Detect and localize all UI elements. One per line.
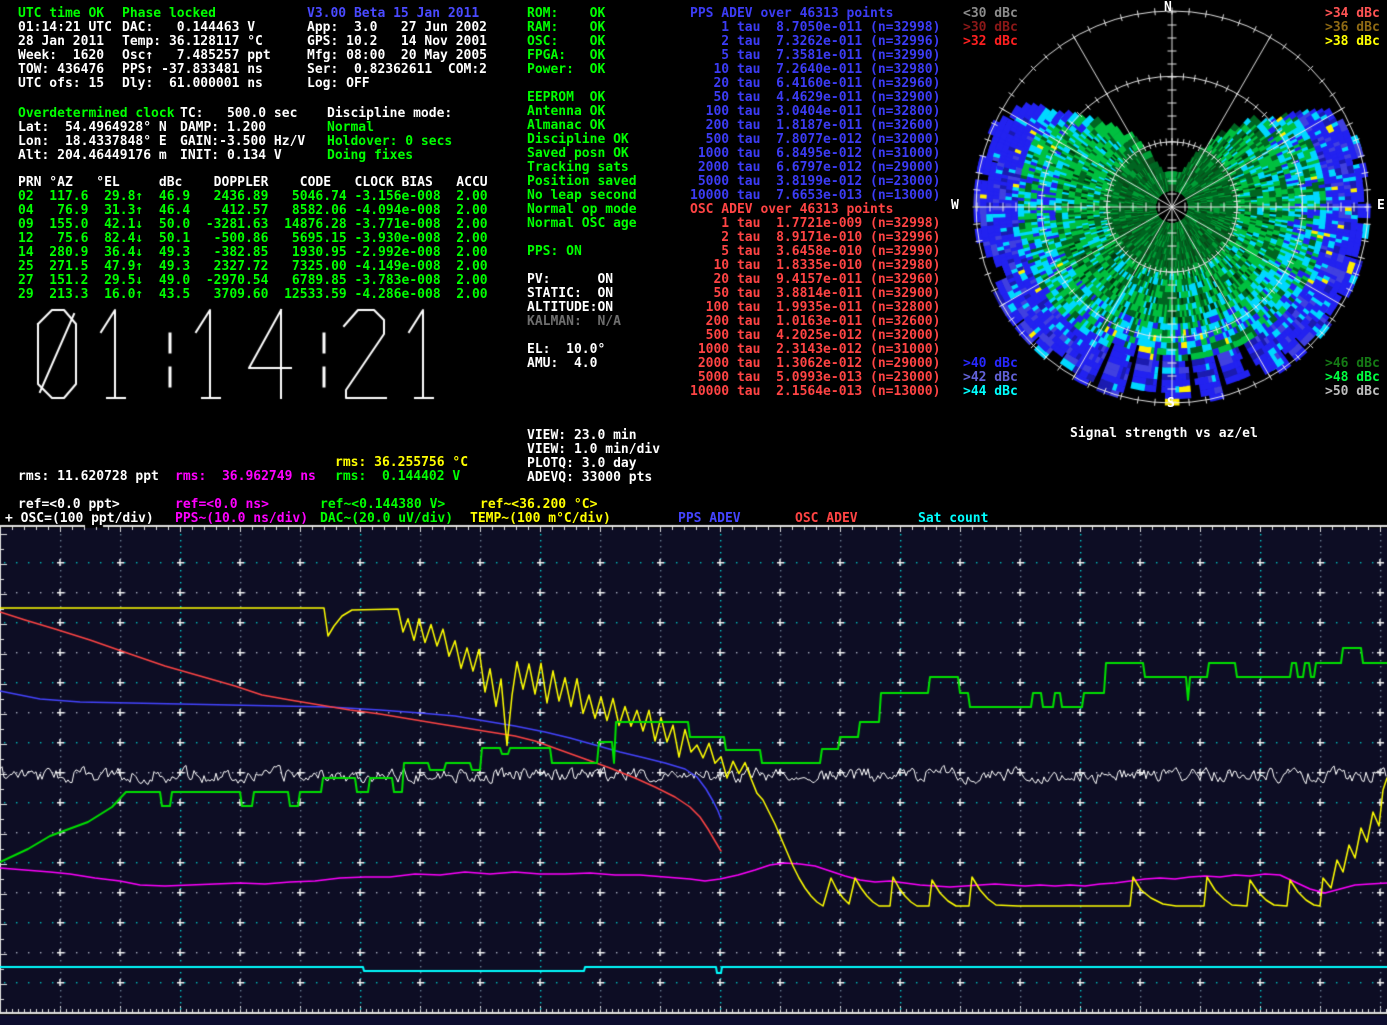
lady-heather-screen: N S W E Signal strength vs az/el UTC tim… bbox=[0, 0, 1387, 1025]
graphics-canvas[interactable] bbox=[0, 0, 1387, 1025]
